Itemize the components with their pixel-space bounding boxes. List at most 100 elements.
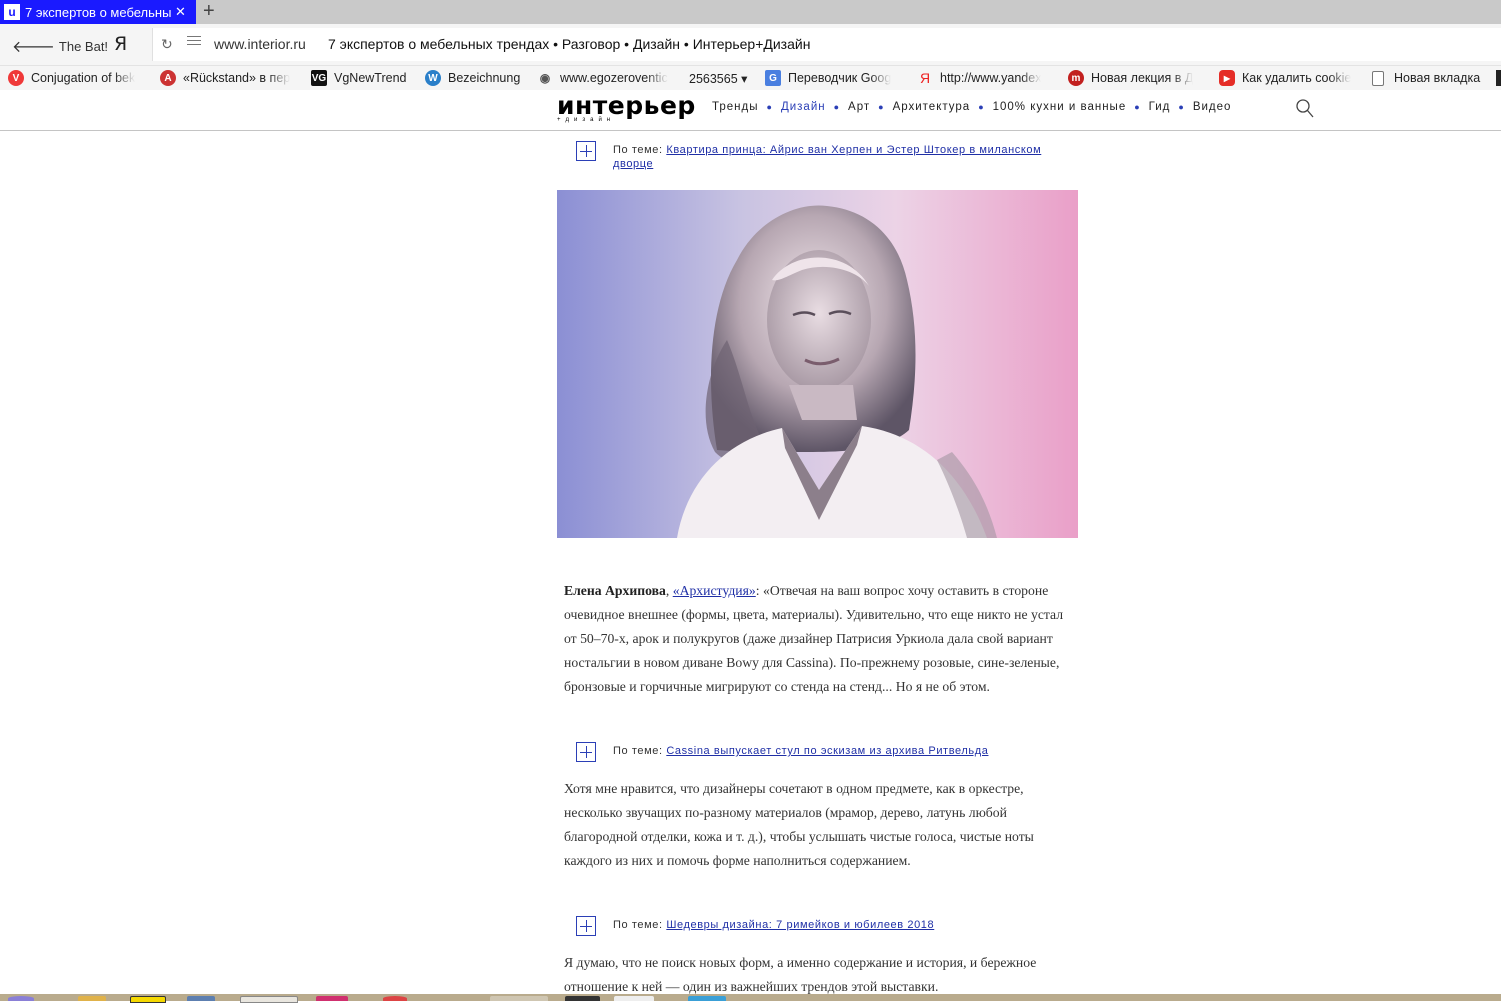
article-paragraph: Я думаю, что не поиск новых форм, а имен… (564, 951, 1044, 999)
related-text: По теме: Cassina выпускает стул по эскиз… (613, 744, 988, 762)
wordpress-icon: W (425, 70, 441, 86)
nav-item-art[interactable]: Арт (848, 101, 870, 113)
nav-item-trends[interactable]: Тренды (712, 101, 759, 113)
bookmark-item[interactable]: V Conjugation of bek (8, 69, 146, 87)
bookmark-label: Bezeichnung (448, 71, 521, 85)
close-icon[interactable]: ✕ (175, 4, 186, 20)
vg-icon: VG (311, 70, 327, 86)
article-paragraph: Хотя мне нравится, что дизайнеры сочетаю… (564, 777, 1054, 873)
cat-icon: m (1068, 70, 1084, 86)
nav-separator: ● (1134, 102, 1141, 112)
eye-icon: ◉ (539, 71, 551, 85)
reload-icon[interactable]: ↻ (161, 36, 173, 53)
site-favicon-icon: u (4, 4, 20, 20)
studio-link[interactable]: «Архистудия» (673, 583, 756, 598)
related-link-block: По теме: Шедевры дизайна: 7 римейков и ю… (576, 916, 934, 936)
taskbar-app-icon[interactable] (383, 996, 407, 1001)
tab-active[interactable]: u 7 экспертов о мебельных трендах ✕ (0, 0, 196, 24)
nav-item-architecture[interactable]: Архитектура (893, 101, 971, 113)
main-nav: Тренды ● Дизайн ● Арт ● Архитектура ● 100% к… (712, 101, 1231, 113)
bookmark-item[interactable]: Новая вкладка (1372, 69, 1484, 87)
bookmark-overflow (1496, 70, 1501, 86)
back-button-label: The Bat! (58, 39, 109, 54)
related-prefix: По теме: (613, 919, 663, 931)
nav-separator: ● (1178, 102, 1185, 112)
bookmark-label: 2563565 ▾ (689, 71, 748, 86)
tab-title: 7 экспертов о мебельных трендах (25, 4, 171, 20)
text-separator: , (665, 583, 673, 598)
bookmark-label: http://www.yandex (940, 71, 1042, 85)
taskbar-app-icon[interactable] (240, 996, 298, 1003)
bookmark-label: Новая лекция в Д (1091, 71, 1194, 85)
taskbar-app-icon[interactable] (565, 996, 600, 1001)
related-link-block: По теме: Квартира принца: Айрис ван Херп… (576, 141, 1041, 171)
nav-item-video[interactable]: Видео (1193, 101, 1232, 113)
tab-bar: u 7 экспертов о мебельных трендах ✕ + (0, 0, 1501, 24)
related-prefix: По теме: (613, 144, 663, 156)
nav-item-guide[interactable]: Гид (1149, 101, 1171, 113)
bookmark-label: Новая вкладка (1394, 71, 1481, 85)
arrow-left-icon: 🡐 (12, 39, 55, 56)
bookmark-item[interactable]: G Переводчик Goog (765, 69, 903, 87)
google-translate-icon: G (765, 70, 781, 86)
site-logo[interactable]: интерьер +дизайн (557, 91, 696, 124)
logo-sub: +дизайн (557, 117, 616, 123)
article-photo (557, 190, 1078, 538)
taskbar-app-icon[interactable] (316, 996, 348, 1001)
youtube-icon: ▶ (1219, 70, 1235, 86)
nav-separator: ● (878, 102, 885, 112)
logo-main: интерьер (557, 91, 696, 120)
plus-icon[interactable] (576, 742, 596, 762)
os-taskbar (0, 994, 1501, 1001)
taskbar-app-icon[interactable] (8, 996, 34, 1001)
vivaldi-icon: V (8, 70, 24, 86)
bookmark-label: «Rückstand» в пер (183, 71, 291, 85)
bookmark-label: VgNewTrend (334, 71, 407, 85)
taskbar-app-icon[interactable] (187, 996, 215, 1001)
quote-author: Елена Архипова (564, 583, 666, 598)
related-link-cont[interactable]: дворце (613, 158, 653, 170)
portrait-image (677, 205, 997, 538)
nav-item-design[interactable]: Дизайн (781, 101, 826, 113)
nav-separator: ● (766, 102, 773, 112)
taskbar-app-icon[interactable] (490, 996, 548, 1001)
related-prefix: По теме: (613, 745, 663, 757)
plus-icon[interactable] (576, 141, 596, 161)
taskbar-app-icon[interactable] (614, 996, 654, 1001)
plus-icon[interactable] (576, 916, 596, 936)
taskbar-app-icon[interactable] (130, 996, 166, 1003)
yandex-icon: Я (919, 70, 931, 86)
bookmark-label: Conjugation of bek (31, 71, 136, 85)
site-header: интерьер +дизайн Тренды ● Дизайн ● Арт ● Ар… (0, 90, 1501, 131)
related-link[interactable]: Шедевры дизайна: 7 римейков и юбилеев 20… (666, 919, 934, 931)
nav-separator: ● (978, 102, 985, 112)
bookmark-item[interactable]: ▶ Как удалить cookie (1219, 69, 1358, 87)
bookmark-item[interactable]: m Новая лекция в Д (1068, 69, 1203, 87)
paragraph-text: : «Отвечая на ваш вопрос хочу оставить в… (564, 583, 1064, 694)
search-icon[interactable] (1296, 99, 1314, 119)
bookmark-item[interactable]: W Bezeichnung (425, 69, 527, 87)
yandex-button[interactable]: Я (114, 33, 127, 55)
related-text: По теме: Квартира принца: Айрис ван Херп… (613, 143, 1041, 171)
taskbar-app-icon[interactable] (78, 996, 106, 1001)
bookmark-item[interactable]: ◉ www.egozeroventic (537, 69, 674, 87)
a-badge-icon: A (160, 70, 176, 86)
related-link[interactable]: Квартира принца: Айрис ван Херпен и Эсте… (666, 144, 1041, 156)
reader-mode-icon[interactable] (187, 36, 201, 48)
new-tab-button[interactable]: + (203, 0, 215, 22)
bookmark-item[interactable]: Я http://www.yandex (917, 69, 1053, 87)
address-bar: 🡐 The Bat! Я ↻ www.interior.ru 7 эксперт… (0, 24, 1501, 66)
back-button[interactable]: 🡐 The Bat! (12, 36, 108, 57)
bookmarks-bar: V Conjugation of bek A «Rückstand» в пер… (0, 66, 1501, 91)
taskbar-app-icon[interactable] (688, 996, 726, 1001)
url-field[interactable]: ↻ www.interior.ru 7 экспертов о мебельны… (152, 28, 1501, 61)
nav-separator: ● (833, 102, 841, 112)
related-link[interactable]: Cassina выпускает стул по эскизам из арх… (666, 745, 988, 757)
bookmark-label: www.egozeroventic (560, 71, 668, 85)
bookmark-item[interactable]: VG VgNewTrend (311, 69, 416, 87)
bookmark-folder[interactable]: 2563565 ▾ (689, 69, 753, 87)
bookmark-item[interactable]: A «Rückstand» в пер (160, 69, 295, 87)
page-icon (1372, 70, 1384, 86)
nav-item-kitchens-baths[interactable]: 100% кухни и ванные (993, 101, 1127, 113)
related-link-block: По теме: Cassina выпускает стул по эскиз… (576, 742, 988, 762)
